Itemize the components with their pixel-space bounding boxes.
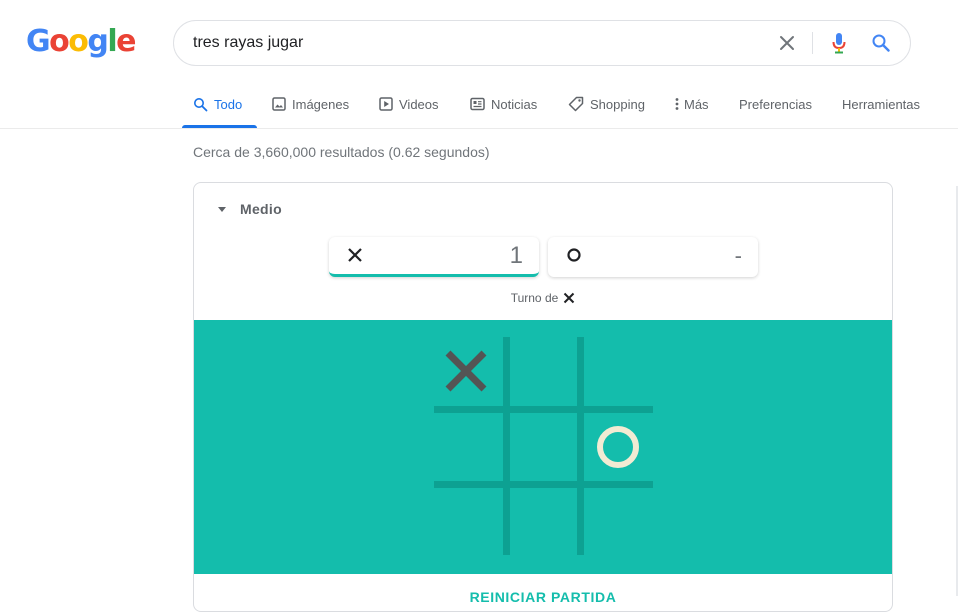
tab-shopping[interactable]: Shopping: [568, 88, 645, 128]
x-mark: [445, 350, 487, 392]
logo-letter: l: [107, 24, 117, 59]
board-cell[interactable]: [432, 410, 504, 482]
tab-label: Preferencias: [739, 96, 812, 112]
o-mark-icon: [567, 248, 581, 262]
turn-label: Turno de: [510, 291, 559, 305]
score-x-value: 1: [509, 242, 523, 269]
play-icon: [379, 97, 393, 111]
search-tabs: Todo Imágenes Videos Noticias Shopping M…: [0, 88, 958, 128]
board-cell[interactable]: [507, 410, 579, 482]
image-icon: [272, 97, 286, 111]
board-cell[interactable]: [582, 485, 654, 557]
tab-mas[interactable]: Más: [674, 88, 709, 128]
caret-down-icon: [218, 206, 226, 212]
board-cell[interactable]: [432, 335, 504, 407]
score-o[interactable]: -: [548, 237, 758, 277]
logo-letter: G: [26, 24, 51, 59]
logo-letter: e: [116, 24, 136, 59]
tab-label: Herramientas: [842, 96, 921, 112]
game-board: [194, 320, 892, 574]
tab-herramientas[interactable]: Herramientas: [842, 88, 920, 128]
tab-imagenes[interactable]: Imágenes: [272, 88, 349, 128]
tab-preferencias[interactable]: Preferencias: [739, 88, 812, 128]
o-mark: [597, 426, 639, 468]
x-mark-icon: [564, 292, 575, 304]
search-box: [173, 20, 911, 66]
tab-label: Imágenes: [292, 96, 350, 112]
more-vert-icon: [675, 98, 679, 110]
logo-letter: g: [87, 24, 108, 59]
board-cell[interactable]: [582, 410, 654, 482]
search-icon: [194, 97, 208, 111]
tab-label: Shopping: [590, 96, 645, 112]
tab-label: Videos: [399, 96, 439, 112]
turn-indicator: Turno de: [194, 291, 892, 305]
logo-letter: o: [68, 24, 89, 59]
tag-icon: [568, 96, 584, 112]
tab-todo[interactable]: Todo: [193, 88, 242, 128]
difficulty-dropdown[interactable]: Medio: [218, 201, 282, 217]
tabs-divider: [0, 128, 958, 129]
score-x[interactable]: 1: [329, 237, 539, 277]
x-mark-icon: [348, 248, 362, 262]
board-cell[interactable]: [507, 335, 579, 407]
logo-letter: o: [49, 24, 70, 59]
board-cell[interactable]: [582, 335, 654, 407]
tab-videos[interactable]: Videos: [379, 88, 439, 128]
tab-noticias[interactable]: Noticias: [470, 88, 537, 128]
reset-game-button[interactable]: REINICIAR PARTIDA: [194, 589, 892, 605]
search-divider: [812, 32, 813, 54]
tic-tac-toe-card: Medio 1 - Turno de REINICIAR PARTIDA: [193, 182, 893, 612]
tab-label: Noticias: [491, 96, 538, 112]
google-logo[interactable]: Google: [26, 24, 137, 60]
board-cell[interactable]: [507, 485, 579, 557]
clear-icon[interactable]: [774, 30, 800, 56]
score-o-value: -: [734, 243, 742, 268]
microphone-icon[interactable]: [826, 30, 852, 56]
tab-label: Todo: [214, 96, 243, 112]
search-input[interactable]: [193, 21, 753, 65]
search-icon[interactable]: [868, 30, 894, 56]
tab-label: Más: [684, 96, 709, 112]
result-stats: Cerca de 3,660,000 resultados (0.62 segu…: [193, 144, 490, 160]
board-cell[interactable]: [432, 485, 504, 557]
news-icon: [470, 97, 485, 111]
difficulty-label: Medio: [240, 201, 282, 217]
